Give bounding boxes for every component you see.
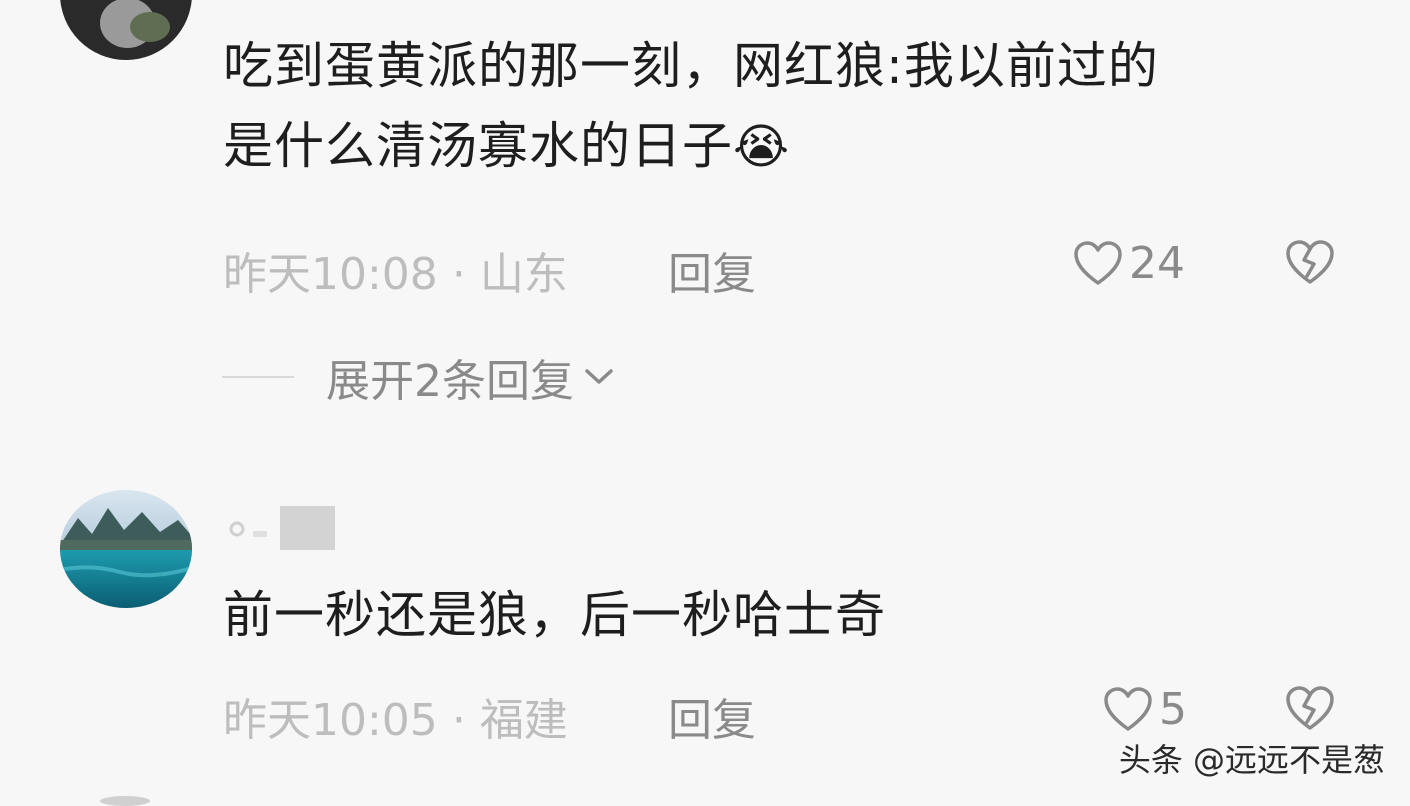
next-avatar-edge — [100, 796, 150, 806]
comment-text: 吃到蛋黄派的那一刻，网红狼:我以前过的 是什么清汤寡水的日子😭 — [223, 26, 1159, 187]
like-button[interactable]: 5 — [1103, 684, 1187, 735]
comment-time: 昨天10:05 — [223, 695, 438, 746]
reply-button[interactable]: 回复 — [668, 238, 756, 302]
like-count: 5 — [1159, 684, 1187, 735]
dislike-button[interactable] — [1285, 686, 1335, 736]
chevron-down-icon — [585, 369, 613, 384]
heart-outline-icon — [1104, 686, 1152, 731]
comment-text: 前一秒还是狼，后一秒哈士奇 — [223, 586, 886, 644]
avatar[interactable] — [60, 490, 192, 608]
username-redacted[interactable] — [225, 503, 335, 551]
comment-time: 昨天10:08 — [223, 249, 438, 300]
heart-outline-icon — [1074, 240, 1122, 285]
crying-emoji-icon: 😭 — [733, 119, 791, 175]
comment-meta: 昨天10:08 · 山东 — [223, 238, 568, 302]
broken-heart-icon — [1286, 686, 1334, 730]
watermark: 头条 @远远不是葱 — [1118, 741, 1385, 779]
meta-separator: · — [451, 249, 466, 300]
avatar[interactable] — [60, 0, 192, 60]
comment-location: 山东 — [479, 249, 568, 300]
broken-heart-icon — [1286, 240, 1334, 284]
reply-button[interactable]: 回复 — [668, 684, 756, 748]
comment-location: 福建 — [479, 695, 568, 746]
meta-separator: · — [451, 695, 466, 746]
comment-meta: 昨天10:05 · 福建 — [223, 684, 568, 748]
expand-replies-button[interactable]: 展开2条回复 — [222, 345, 616, 409]
expand-replies-label: 展开2条回复 — [326, 356, 574, 407]
divider-line — [222, 376, 294, 378]
comment-text-line: 是什么清汤寡水的日子😭 — [223, 117, 791, 175]
dislike-button[interactable] — [1285, 240, 1335, 290]
like-count: 24 — [1129, 238, 1185, 289]
like-button[interactable]: 24 — [1073, 238, 1185, 289]
comment-text-line: 吃到蛋黄派的那一刻，网红狼:我以前过的 — [223, 37, 1159, 95]
